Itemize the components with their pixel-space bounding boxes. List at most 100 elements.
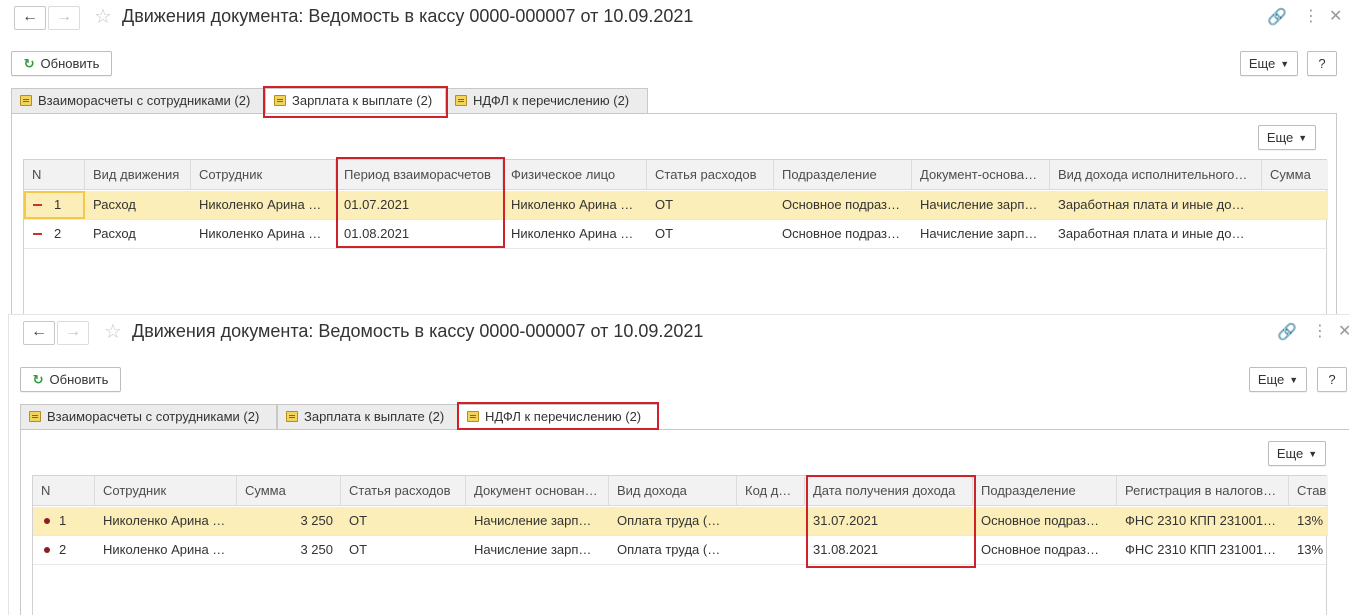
window-title: Движения документа: Ведомость в кассу 00… xyxy=(122,6,694,26)
link-icon[interactable]: 🔗 xyxy=(1267,9,1287,27)
col-movement-kind[interactable]: Вид движения xyxy=(85,160,191,190)
cell-employee: Николенко Арина … xyxy=(199,197,322,212)
col-settlement-period[interactable]: Период взаиморасчетов xyxy=(336,160,503,190)
cell-expense-article: ОТ xyxy=(655,226,674,241)
caret-down-icon: ▼ xyxy=(1289,375,1299,385)
ndfl-table: N Сотрудник Сумма Статья расходов Докуме… xyxy=(32,475,1328,615)
col-base-document[interactable]: Документ-основа… xyxy=(912,160,1050,190)
cell-department: Основное подраз… xyxy=(981,542,1100,557)
arrow-right-icon: → xyxy=(56,8,72,25)
cell-base-document: Начисление зарп… xyxy=(474,542,592,557)
col-n[interactable]: N xyxy=(33,476,95,506)
movement-dot-icon xyxy=(44,547,50,553)
kebab-icon[interactable]: ⋮ xyxy=(1312,323,1328,341)
col-expense-article[interactable]: Статья расходов xyxy=(647,160,774,190)
back-button[interactable]: ← xyxy=(14,6,46,30)
register-icon xyxy=(29,411,41,422)
col-person[interactable]: Физическое лицо xyxy=(503,160,647,190)
col-sum[interactable]: Сумма xyxy=(237,476,341,506)
col-sum[interactable]: Сумма xyxy=(1262,160,1328,190)
help-label: ? xyxy=(1328,372,1336,387)
help-button[interactable]: ? xyxy=(1307,51,1337,76)
more-button[interactable]: Еще ▼ xyxy=(1249,367,1307,392)
col-income-kind[interactable]: Вид дохода исполнительного… xyxy=(1050,160,1262,190)
cell-department: Основное подраз… xyxy=(782,197,901,212)
col-employee[interactable]: Сотрудник xyxy=(191,160,336,190)
forward-button[interactable]: → xyxy=(57,321,89,345)
cell-rate: 13% xyxy=(1297,513,1324,528)
table-row[interactable]: 1 Расход Николенко Арина … 01.07.2021 Ни… xyxy=(24,191,1328,220)
col-department[interactable]: Подразделение xyxy=(774,160,912,190)
tab-ndfl-transfer[interactable]: НДФЛ к перечислению (2) xyxy=(458,404,658,430)
more-button[interactable]: Еще ▼ xyxy=(1240,51,1298,76)
tab-settlements[interactable]: Взаиморасчеты с сотрудниками (2) xyxy=(20,404,277,429)
cell-income-kind: Заработная плата и иные до… xyxy=(1058,197,1245,212)
arrow-left-icon: ← xyxy=(31,323,47,340)
window-title: Движения документа: Ведомость в кассу 00… xyxy=(132,321,704,341)
tab-ndfl-transfer[interactable]: НДФЛ к перечислению (2) xyxy=(446,88,648,113)
cell-settlement-period: 01.07.2021 xyxy=(344,197,410,212)
table-header: N Сотрудник Сумма Статья расходов Докуме… xyxy=(33,476,1328,506)
table-row[interactable]: 2 Николенко Арина … 3 250 ОТ Начисление … xyxy=(33,536,1328,565)
cell-expense-article: ОТ xyxy=(349,542,368,557)
register-icon xyxy=(20,95,32,106)
back-button[interactable]: ← xyxy=(23,321,55,345)
cell-tax-registration: ФНС 2310 КПП 231001… xyxy=(1125,542,1277,557)
cell-department: Основное подраз… xyxy=(782,226,901,241)
col-department[interactable]: Подразделение xyxy=(973,476,1117,506)
col-income-kind[interactable]: Вид дохода xyxy=(609,476,737,506)
cell-rate: 13% xyxy=(1297,542,1324,557)
table-row[interactable]: 1 Николенко Арина … 3 250 ОТ Начисление … xyxy=(33,507,1328,536)
forward-button[interactable]: → xyxy=(48,6,80,30)
tab-settlements[interactable]: Взаиморасчеты с сотрудниками (2) xyxy=(11,88,265,113)
arrow-left-icon: ← xyxy=(22,8,38,25)
refresh-button[interactable]: ↻ Обновить xyxy=(11,51,112,76)
tab-label: НДФЛ к перечислению (2) xyxy=(473,93,630,108)
refresh-button[interactable]: ↻ Обновить xyxy=(20,367,121,392)
col-rate[interactable]: Став xyxy=(1289,476,1328,506)
cell-base-document: Начисление зарп… xyxy=(920,197,1038,212)
col-employee[interactable]: Сотрудник xyxy=(95,476,237,506)
col-income-code[interactable]: Код д… xyxy=(737,476,805,506)
cell-tax-registration: ФНС 2310 КПП 231001… xyxy=(1125,513,1277,528)
arrow-right-icon: → xyxy=(65,323,81,340)
cell-income-date: 31.07.2021 xyxy=(813,513,879,528)
row-number: 1 xyxy=(59,513,67,528)
kebab-icon[interactable]: ⋮ xyxy=(1303,8,1319,26)
tab-salary-payable[interactable]: Зарплата к выплате (2) xyxy=(277,404,458,429)
grid-more-button[interactable]: Еще ▼ xyxy=(1268,441,1326,466)
register-icon xyxy=(274,95,286,106)
cell-income-kind: Заработная плата и иные до… xyxy=(1058,226,1245,241)
tab-label: НДФЛ к перечислению (2) xyxy=(485,409,642,424)
cell-income-code xyxy=(737,536,805,564)
col-expense-article[interactable]: Статья расходов xyxy=(341,476,466,506)
cell-base-document: Начисление зарп… xyxy=(920,226,1038,241)
tab-label: Взаиморасчеты с сотрудниками (2) xyxy=(38,93,251,108)
cell-income-code xyxy=(737,507,805,535)
caret-down-icon: ▼ xyxy=(1280,59,1290,69)
row-number: 2 xyxy=(54,226,62,241)
cell-settlement-period: 01.08.2021 xyxy=(344,226,410,241)
star-icon[interactable]: ☆ xyxy=(94,6,112,28)
col-income-date[interactable]: Дата получения дохода xyxy=(805,476,973,506)
tab-label: Зарплата к выплате (2) xyxy=(304,409,445,424)
grid-more-button[interactable]: Еще ▼ xyxy=(1258,125,1316,150)
cell-sum xyxy=(1262,220,1328,248)
close-icon[interactable]: ✕ xyxy=(1329,8,1342,26)
col-base-document[interactable]: Документ основан… xyxy=(466,476,609,506)
help-button[interactable]: ? xyxy=(1317,367,1347,392)
caret-down-icon: ▼ xyxy=(1308,449,1318,459)
more-label: Еще xyxy=(1276,446,1304,461)
cell-base-document: Начисление зарп… xyxy=(474,513,592,528)
close-icon[interactable]: ✕ xyxy=(1338,323,1349,341)
link-icon[interactable]: 🔗 xyxy=(1277,324,1297,342)
tab-content: Еще ▼ N Вид движения Сотрудник Период вза… xyxy=(11,113,1337,320)
star-icon[interactable]: ☆ xyxy=(104,321,122,343)
tab-label: Взаиморасчеты с сотрудниками (2) xyxy=(47,409,260,424)
table-header: N Вид движения Сотрудник Период взаимора… xyxy=(24,160,1328,190)
col-tax-registration[interactable]: Регистрация в налогов… xyxy=(1117,476,1289,506)
cell-income-kind: Оплата труда (… xyxy=(617,542,721,557)
col-n[interactable]: N xyxy=(24,160,85,190)
tab-salary-payable[interactable]: Зарплата к выплате (2) xyxy=(265,88,446,114)
table-row[interactable]: 2 Расход Николенко Арина … 01.08.2021 Ни… xyxy=(24,220,1328,249)
